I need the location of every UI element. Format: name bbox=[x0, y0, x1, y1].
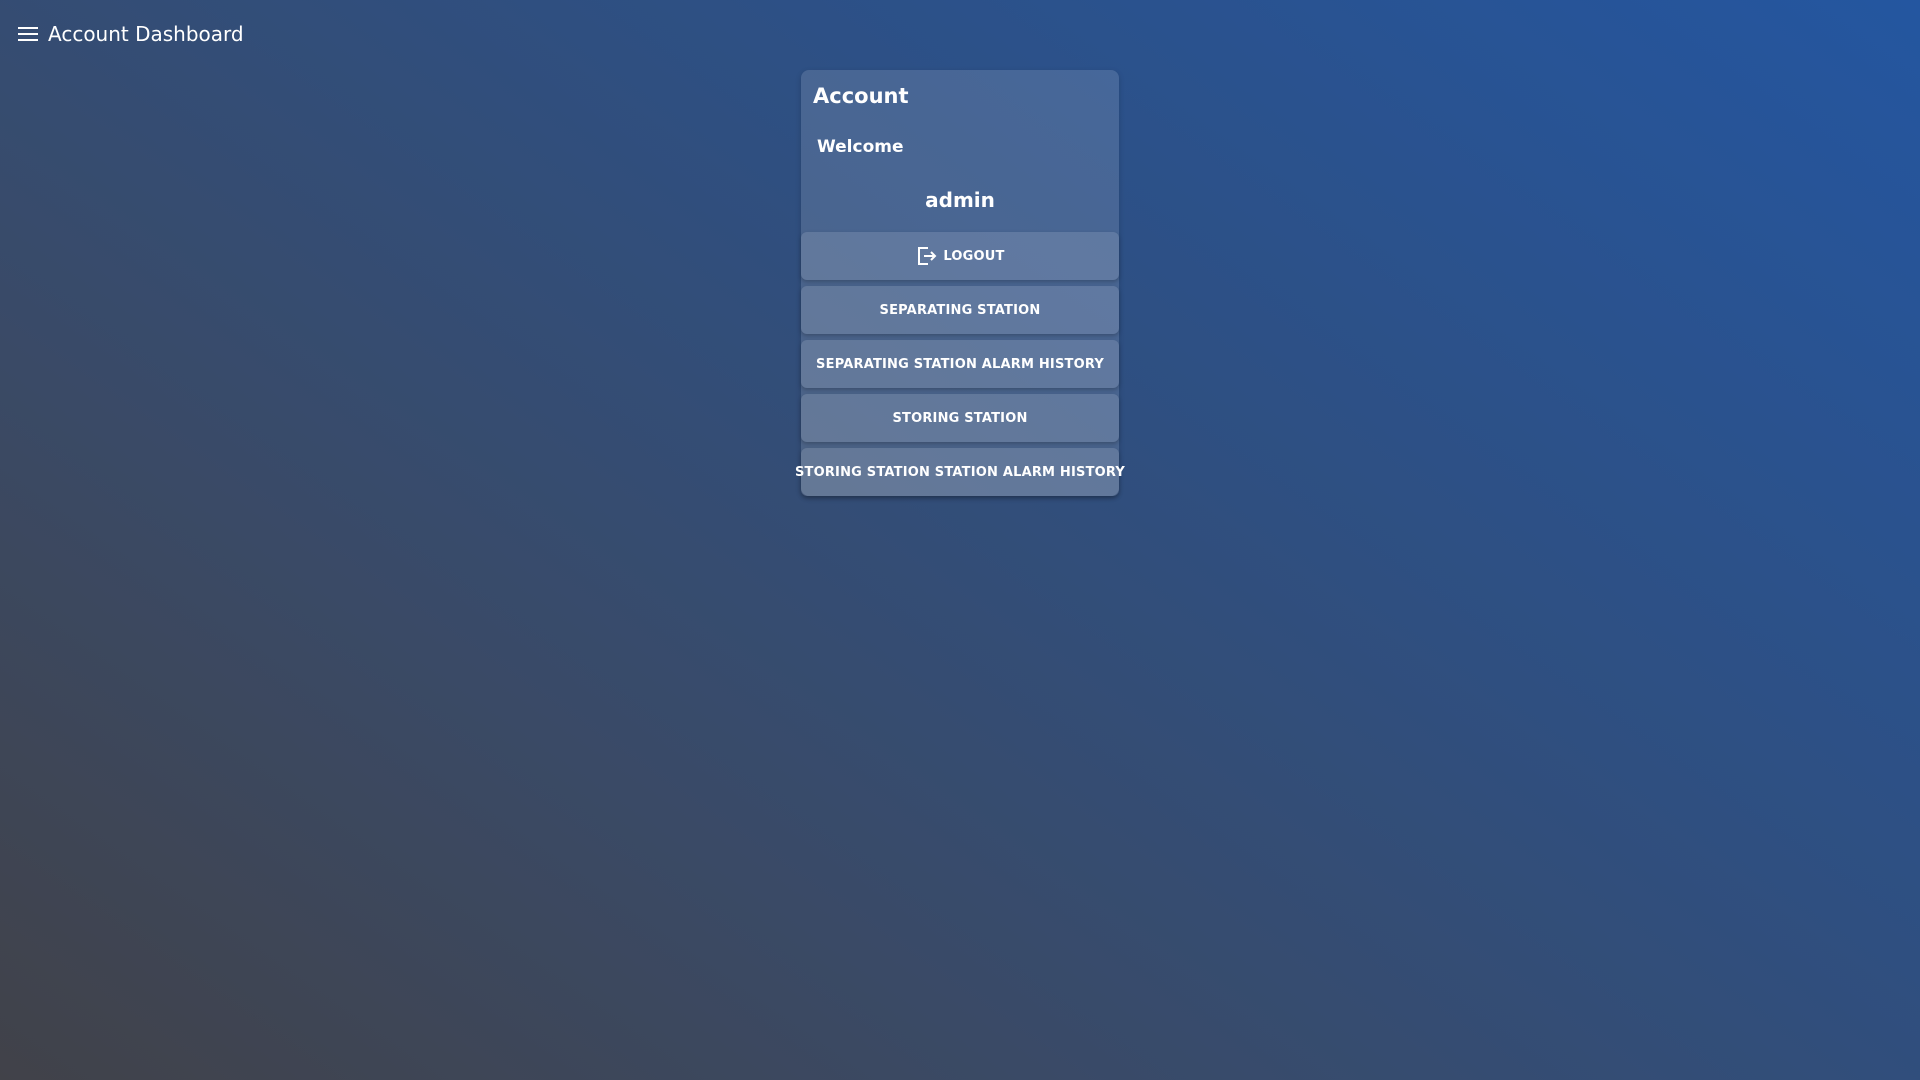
separating-station-alarm-history-button-label: SEPARATING STATION ALARM HISTORY bbox=[816, 356, 1104, 372]
card-title: Account bbox=[813, 84, 909, 108]
username-text: admin bbox=[925, 188, 995, 212]
account-card: Account Welcome admin LOGOUT SEPARATING … bbox=[795, 70, 1125, 496]
page-title: Account Dashboard bbox=[48, 22, 244, 46]
separating-station-button-label: SEPARATING STATION bbox=[879, 302, 1041, 318]
storing-station-button[interactable]: STORING STATION bbox=[801, 394, 1119, 442]
storing-station-alarm-history-button[interactable]: STORING STATION STATION ALARM HISTORY bbox=[795, 448, 1125, 496]
logout-button[interactable]: LOGOUT bbox=[801, 232, 1119, 280]
logout-icon bbox=[915, 245, 937, 267]
separating-station-alarm-history-button[interactable]: SEPARATING STATION ALARM HISTORY bbox=[801, 340, 1119, 388]
hamburger-menu-icon bbox=[18, 27, 38, 41]
storing-station-button-label: STORING STATION bbox=[892, 410, 1028, 426]
separating-station-button[interactable]: SEPARATING STATION bbox=[801, 286, 1119, 334]
logout-button-label: LOGOUT bbox=[943, 248, 1005, 264]
app-bar: Account Dashboard bbox=[0, 0, 1920, 68]
menu-button[interactable] bbox=[16, 24, 40, 44]
storing-station-alarm-history-button-label: STORING STATION STATION ALARM HISTORY bbox=[794, 464, 1126, 480]
welcome-text: Welcome bbox=[817, 137, 904, 157]
